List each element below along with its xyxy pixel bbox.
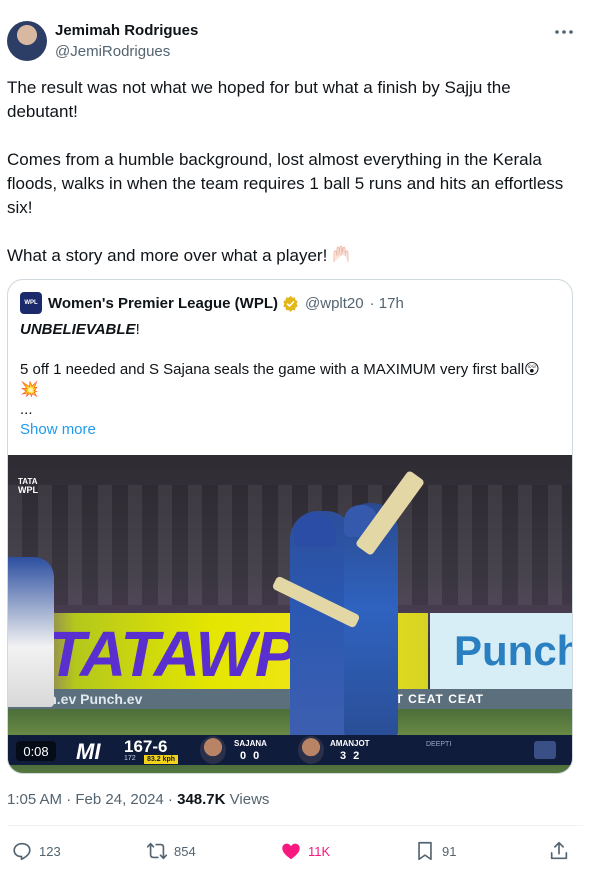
action-bar: 123 854 11K 91 [0,836,594,866]
like-count: 11K [308,843,331,859]
retweet-count: 854 [174,843,196,859]
logo-bottom-text: WPL [18,485,38,495]
share-button[interactable] [548,838,576,864]
tweet-header: Jemimah Rodrigues @JemiRodrigues [0,0,594,72]
show-more-link[interactable]: Show more [20,420,560,440]
quoted-text: UNBELIEVABLE! 5 off 1 needed and S Sajan… [20,320,560,440]
tweet-text: The result was not what we hoped for but… [7,76,577,268]
quoted-ellipsis: ... [20,401,33,418]
author-avatar[interactable] [7,21,47,61]
views-count: 348.7K [177,791,226,808]
batter1-name: SAJANA [234,739,267,748]
hoarding-text: #TATAWPL [12,618,336,690]
batter1-score: 0 0 [240,750,262,762]
raising-hands-icon [333,245,349,262]
scoreboard-overlay: 0:08 MI 167-6 172 83.2 kph SAJANA 0 0 AM… [8,735,572,765]
tweet-time[interactable]: 1:05 AM · Feb 24, 2024 · [7,791,173,808]
reply-icon [13,842,31,861]
ball-speed: 83.2 kph [144,755,179,764]
tweet-paragraph-1: The result was not what we hoped for but… [7,78,511,121]
tata-wpl-logo: TATA WPL [18,477,38,495]
quoted-tweet-header: WPL Women's Premier League (WPL) @wplt20… [20,292,404,314]
retweet-button[interactable]: 854 [146,838,196,864]
team-name: MI [76,739,101,764]
bookmark-count: 91 [442,843,457,859]
tweet-paragraph-2: Comes from a humble background, lost alm… [7,150,564,217]
quoted-gap [20,340,560,360]
batter2-name: AMANJOT [330,739,370,748]
quoted-emphasis: UNBELIEVABLE [20,321,136,338]
batter2-photo [298,736,324,764]
helmet-a [294,513,336,547]
batter2-score: 3 2 [340,750,362,762]
quoted-avatar[interactable]: WPL [20,292,42,314]
author-name[interactable]: Jemimah Rodrigues [55,22,198,39]
more-options-icon[interactable] [552,22,576,42]
bookmark-button[interactable]: 91 [414,838,456,864]
tweet-paragraph-3: What a story and more over what a player… [7,244,577,268]
punch-board: Punch [430,613,572,691]
quoted-time[interactable]: · 17h [370,295,404,312]
punch-board-text: Punch [454,627,572,674]
quoted-author-name[interactable]: Women's Premier League (WPL) [48,295,278,312]
divider [7,825,583,826]
reply-count: 123 [39,843,61,859]
tweet-paragraph-3-text: What a story and more over what a player… [7,246,328,265]
heart-icon [282,843,300,860]
like-button[interactable]: 11K [280,838,330,864]
retweet-icon [146,842,168,860]
overs-info: 172 [124,755,136,762]
batter1-photo [200,736,226,764]
bookmark-icon [418,841,432,861]
video-duration: 0:08 [16,741,56,761]
quoted-tweet[interactable]: WPL Women's Premier League (WPL) @wplt20… [7,279,573,774]
verified-badge-icon [283,295,298,312]
team-score: 167-6 [124,737,168,756]
views-label: Views [229,791,270,808]
wpl-badge-icon [534,741,556,759]
quoted-author-handle[interactable]: @wplt20 [305,295,364,312]
share-icon [550,841,568,860]
bowler-info: DEEPTI [426,741,452,748]
reply-button[interactable]: 123 [11,838,61,864]
tweet-timestamp: 1:05 AM · Feb 24, 2024 · 348.7K Views [7,791,269,808]
author-handle[interactable]: @JemiRodrigues [55,43,170,60]
quoted-line-2: 5 off 1 needed and S Sajana seals the ga… [20,361,540,378]
quoted-emphasis-punct: ! [135,321,140,338]
quoted-line-1: UNBELIEVABLE! [20,320,560,340]
video-player[interactable]: #TATAWPL Punch Punch.ev Punch.ev CEAT CE… [8,455,572,773]
collision-emoji: 💥 [20,381,39,398]
left-player-figure [8,557,54,707]
